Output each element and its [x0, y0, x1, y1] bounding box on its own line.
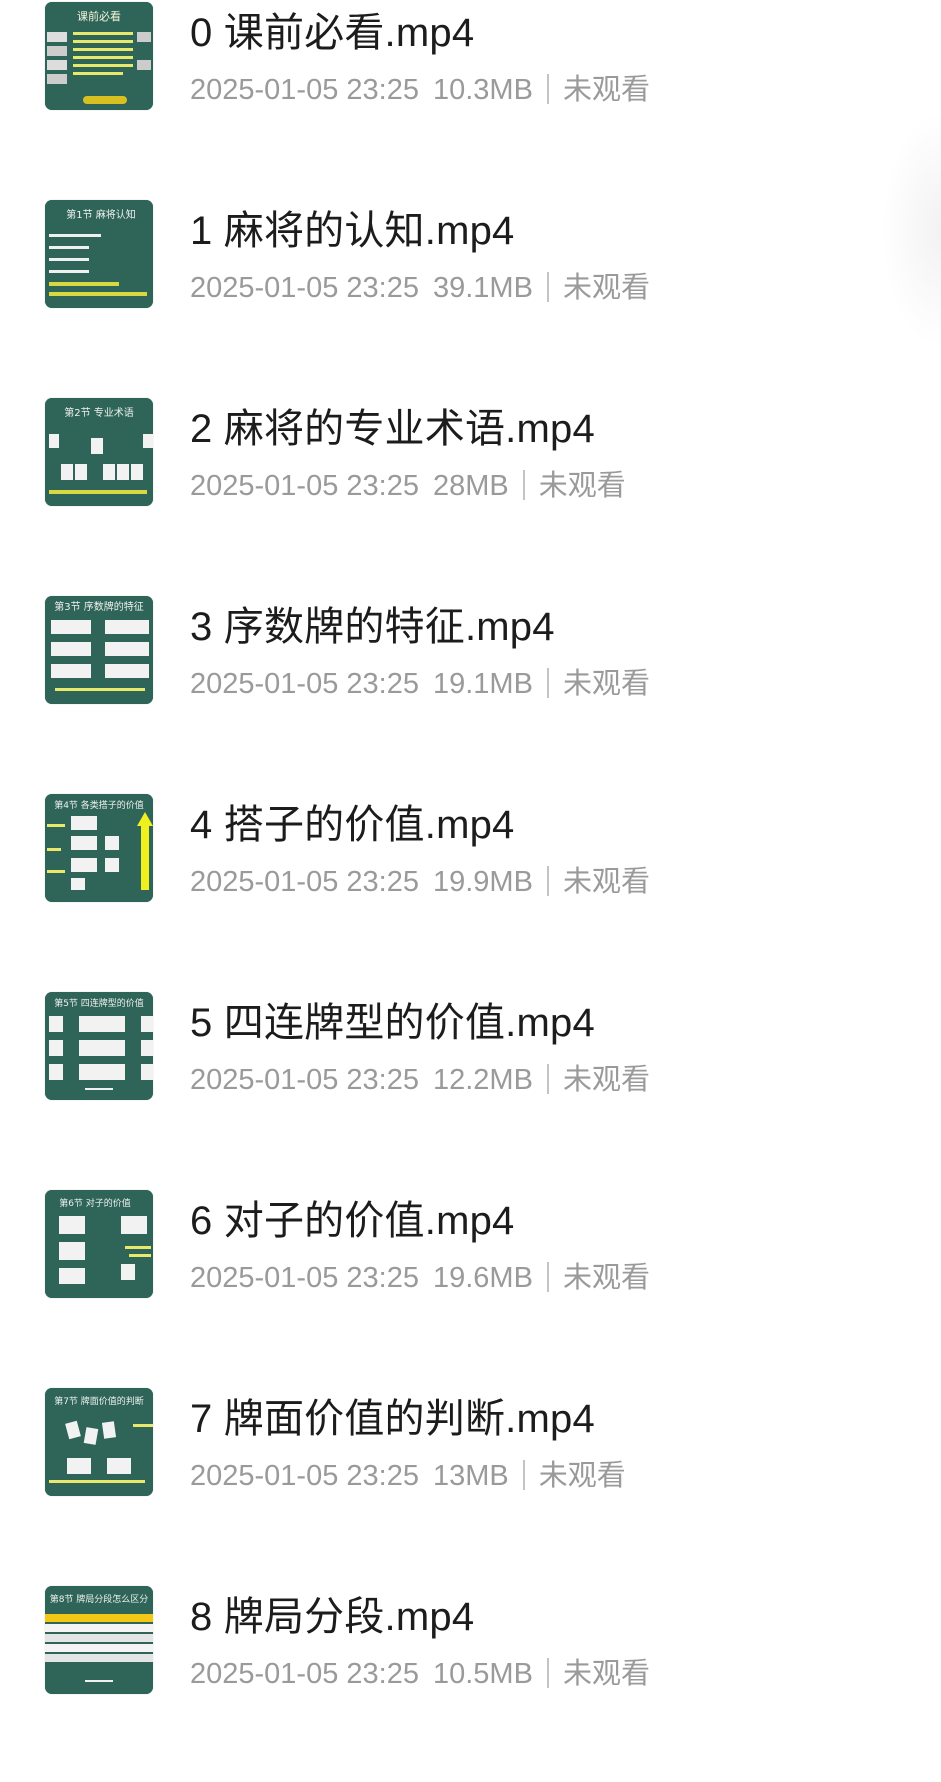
- file-name: 5 四连牌型的价值.mp4: [190, 1001, 595, 1045]
- file-date: 2025-01-05 23:25: [190, 1064, 419, 1096]
- file-row[interactable]: 第3节 序数牌的特征 3 序数牌的特征.mp4 2025-01-05 23:25…: [0, 594, 941, 792]
- meta-separator: [546, 866, 549, 896]
- file-size: 19.1MB: [432, 668, 533, 700]
- thumb-title: 第5节 四连牌型的价值: [54, 997, 144, 1009]
- file-date: 2025-01-05 23:25: [190, 272, 419, 304]
- file-name: 3 序数牌的特征.mp4: [190, 605, 555, 649]
- file-size: 28MB: [432, 470, 509, 502]
- file-name: 1 麻将的认知.mp4: [190, 209, 515, 253]
- watch-status: 未观看: [562, 74, 650, 106]
- file-date: 2025-01-05 23:25: [190, 470, 419, 502]
- file-row[interactable]: 第8节 牌局分段怎么区分 8 牌局分段.mp4 2025-01-05 23:25…: [0, 1584, 941, 1782]
- file-name: 2 麻将的专业术语.mp4: [190, 407, 595, 451]
- video-thumbnail: 第6节 对子的价值: [45, 1190, 153, 1298]
- watch-status: 未观看: [562, 668, 650, 700]
- file-meta: 2025-01-05 23:25 10.5MB 未观看: [190, 1654, 650, 1694]
- watch-status: 未观看: [562, 1262, 650, 1294]
- file-row[interactable]: 第5节 四连牌型的价值 5 四连牌型的价值.mp4 2025-01-05 23:…: [0, 990, 941, 1188]
- meta-separator: [546, 1658, 549, 1688]
- file-name: 4 搭子的价值.mp4: [190, 803, 515, 847]
- meta-separator: [522, 1460, 525, 1490]
- file-name: 6 对子的价值.mp4: [190, 1199, 515, 1243]
- thumb-title: 第1节 麻将认知: [66, 208, 136, 221]
- thumb-title: 课前必看: [77, 9, 121, 23]
- file-meta: 2025-01-05 23:25 13MB 未观看: [190, 1456, 626, 1496]
- watch-status: 未观看: [538, 470, 626, 502]
- watch-status: 未观看: [562, 272, 650, 304]
- watch-status: 未观看: [562, 866, 650, 898]
- meta-separator: [546, 74, 549, 104]
- file-size: 10.5MB: [432, 1658, 533, 1690]
- file-meta: 2025-01-05 23:25 19.9MB 未观看: [190, 862, 650, 902]
- watch-status: 未观看: [562, 1064, 650, 1096]
- file-meta: 2025-01-05 23:25 39.1MB 未观看: [190, 268, 650, 308]
- video-thumbnail: 第7节 牌面价值的判断: [45, 1388, 153, 1496]
- thumb-title: 第7节 牌面价值的判断: [54, 1395, 144, 1407]
- video-thumbnail: 第1节 麻将认知: [45, 200, 153, 308]
- watch-status: 未观看: [538, 1460, 626, 1492]
- video-thumbnail: 第4节 各类搭子的价值: [45, 794, 153, 902]
- thumb-title: 第3节 序数牌的特征: [54, 600, 144, 613]
- video-thumbnail: 第8节 牌局分段怎么区分: [45, 1586, 153, 1694]
- file-date: 2025-01-05 23:25: [190, 1262, 419, 1294]
- file-date: 2025-01-05 23:25: [190, 1658, 419, 1690]
- file-name: 0 课前必看.mp4: [190, 11, 475, 55]
- meta-separator: [546, 668, 549, 698]
- file-date: 2025-01-05 23:25: [190, 668, 419, 700]
- video-thumbnail: 课前必看: [45, 2, 153, 110]
- file-date: 2025-01-05 23:25: [190, 1460, 419, 1492]
- file-size: 10.3MB: [432, 74, 533, 106]
- file-row[interactable]: 第6节 对子的价值 6 对子的价值.mp4 2025-01-05 23:25 19…: [0, 1188, 941, 1386]
- meta-separator: [546, 272, 549, 302]
- file-row[interactable]: 第4节 各类搭子的价值 4 搭子的价值.mp4 2025-01-05 23:25…: [0, 792, 941, 990]
- thumb-title: 第8节 牌局分段怎么区分: [50, 1593, 149, 1605]
- file-size: 12.2MB: [432, 1064, 533, 1096]
- file-size: 13MB: [432, 1460, 509, 1492]
- thumb-title: 第6节 对子的价值: [59, 1197, 131, 1209]
- video-thumbnail: 第2节 专业术语: [45, 398, 153, 506]
- file-meta: 2025-01-05 23:25 12.2MB 未观看: [190, 1060, 650, 1100]
- video-thumbnail: 第3节 序数牌的特征: [45, 596, 153, 704]
- file-row[interactable]: 第1节 麻将认知 1 麻将的认知.mp4 2025-01-05 23:25 39.…: [0, 198, 941, 396]
- file-row[interactable]: 第2节 专业术语 2 麻将的专业术语.mp4 2025-01-05 23:25 2…: [0, 396, 941, 594]
- meta-separator: [522, 470, 525, 500]
- file-date: 2025-01-05 23:25: [190, 74, 419, 106]
- file-name: 8 牌局分段.mp4: [190, 1595, 475, 1639]
- thumb-title: 第4节 各类搭子的价值: [54, 799, 144, 811]
- file-meta: 2025-01-05 23:25 28MB 未观看: [190, 466, 626, 506]
- meta-separator: [546, 1262, 549, 1292]
- file-size: 19.6MB: [432, 1262, 533, 1294]
- thumb-title: 第2节 专业术语: [64, 406, 134, 419]
- video-thumbnail: 第5节 四连牌型的价值: [45, 992, 153, 1100]
- file-size: 19.9MB: [432, 866, 533, 898]
- file-meta: 2025-01-05 23:25 10.3MB 未观看: [190, 70, 650, 110]
- file-name: 7 牌面价值的判断.mp4: [190, 1397, 595, 1441]
- meta-separator: [546, 1064, 549, 1094]
- file-row[interactable]: 第7节 牌面价值的判断 7 牌面价值的判断.mp4 2025-01-05 23:…: [0, 1386, 941, 1584]
- watch-status: 未观看: [562, 1658, 650, 1690]
- file-meta: 2025-01-05 23:25 19.1MB 未观看: [190, 664, 650, 704]
- file-row[interactable]: 课前必看 0 课前必看.mp4 2025-01-05 23:25 10.3MB 未观…: [0, 0, 941, 198]
- file-meta: 2025-01-05 23:25 19.6MB 未观看: [190, 1258, 650, 1298]
- file-date: 2025-01-05 23:25: [190, 866, 419, 898]
- file-size: 39.1MB: [432, 272, 533, 304]
